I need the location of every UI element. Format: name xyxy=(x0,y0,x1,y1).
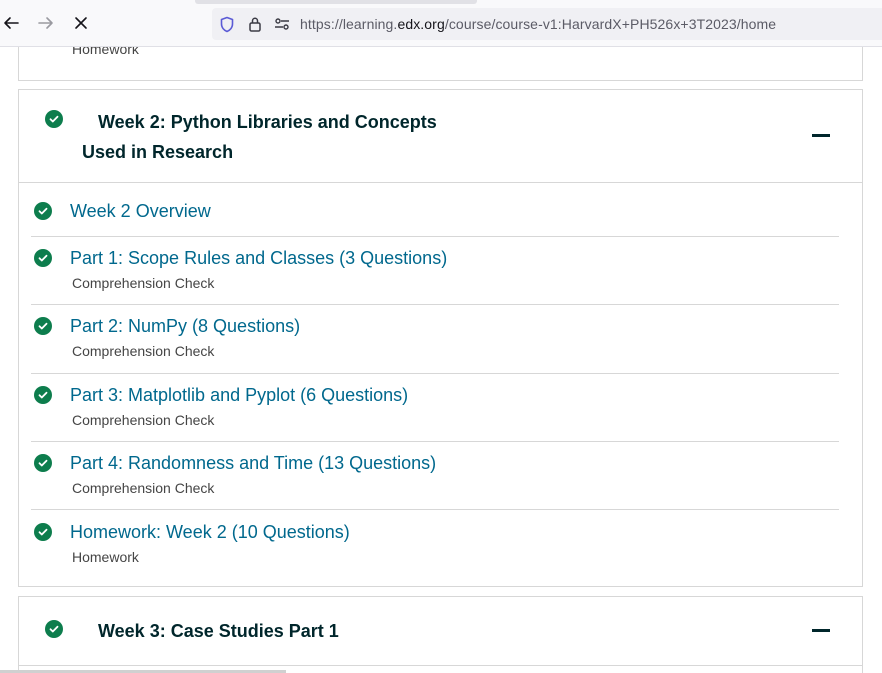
back-icon[interactable] xyxy=(0,12,22,34)
item-link[interactable]: Part 1: Scope Rules and Classes (3 Quest… xyxy=(70,248,447,269)
item-subtitle: Homework xyxy=(72,549,139,565)
item-link[interactable]: Part 2: NumPy (8 Questions) xyxy=(70,316,300,337)
divider xyxy=(31,509,839,510)
item-subtitle: Comprehension Check xyxy=(72,480,215,496)
lock-icon[interactable] xyxy=(246,15,264,33)
item-row[interactable]: Week 2 Overview xyxy=(31,201,839,232)
check-circle-icon xyxy=(45,620,63,638)
item-row[interactable]: Part 1: Scope Rules and Classes (3 Quest… xyxy=(31,248,839,298)
item-row[interactable]: Part 3: Matplotlib and Pyplot (6 Questio… xyxy=(31,385,839,435)
divider xyxy=(31,236,839,237)
section-title-line1: Week 2: Python Libraries and Concepts xyxy=(98,112,437,132)
check-circle-icon xyxy=(34,523,52,541)
shield-icon[interactable] xyxy=(218,15,236,33)
check-circle-icon xyxy=(34,386,52,404)
check-circle-icon xyxy=(34,454,52,472)
divider xyxy=(31,304,839,305)
permissions-icon[interactable] xyxy=(273,15,291,33)
divider xyxy=(31,373,839,374)
item-subtitle: Homework xyxy=(72,47,139,57)
active-tab-edge[interactable] xyxy=(195,0,477,4)
check-circle-icon xyxy=(45,110,63,128)
item-subtitle: Comprehension Check xyxy=(72,412,215,428)
course-outline: Homework Week 2: Python Libraries and Co… xyxy=(0,47,882,673)
collapse-icon[interactable] xyxy=(812,629,830,632)
item-subtitle: Comprehension Check xyxy=(72,343,215,359)
item-row[interactable]: Homework: Week 2 (10 Questions) Homework xyxy=(31,522,839,572)
item-row[interactable]: Part 4: Randomness and Time (13 Question… xyxy=(31,453,839,503)
section-header[interactable]: Week 2: Python Libraries and Concepts Us… xyxy=(19,90,862,183)
section-week3: Week 3: Case Studies Part 1 xyxy=(18,596,863,673)
section-week2: Week 2: Python Libraries and Concepts Us… xyxy=(18,89,863,587)
section-header[interactable]: Week 3: Case Studies Part 1 xyxy=(19,597,862,666)
item-link[interactable]: Homework: Week 2 (10 Questions) xyxy=(70,522,350,543)
forward-icon[interactable] xyxy=(35,12,57,34)
section-title: Week 3: Case Studies Part 1 xyxy=(98,621,339,641)
section-title-line2: Used in Research xyxy=(82,142,234,162)
url-text[interactable]: https://learning.edx.org/course/course-v… xyxy=(300,16,776,32)
item-link[interactable]: Week 2 Overview xyxy=(70,201,211,222)
check-circle-icon xyxy=(34,317,52,335)
address-bar[interactable]: https://learning.edx.org/course/course-v… xyxy=(212,8,882,40)
section-week1-tail: Homework xyxy=(18,47,863,81)
divider xyxy=(31,441,839,442)
browser-toolbar: https://learning.edx.org/course/course-v… xyxy=(0,0,882,47)
item-row[interactable]: Part 2: NumPy (8 Questions) Comprehensio… xyxy=(31,316,839,366)
collapse-icon[interactable] xyxy=(812,134,830,137)
check-circle-icon xyxy=(34,249,52,267)
item-subtitle: Comprehension Check xyxy=(72,275,215,291)
item-link[interactable]: Part 4: Randomness and Time (13 Question… xyxy=(70,453,436,474)
stop-loading-icon[interactable] xyxy=(70,12,92,34)
check-circle-icon xyxy=(34,202,52,220)
item-link[interactable]: Part 3: Matplotlib and Pyplot (6 Questio… xyxy=(70,385,408,406)
